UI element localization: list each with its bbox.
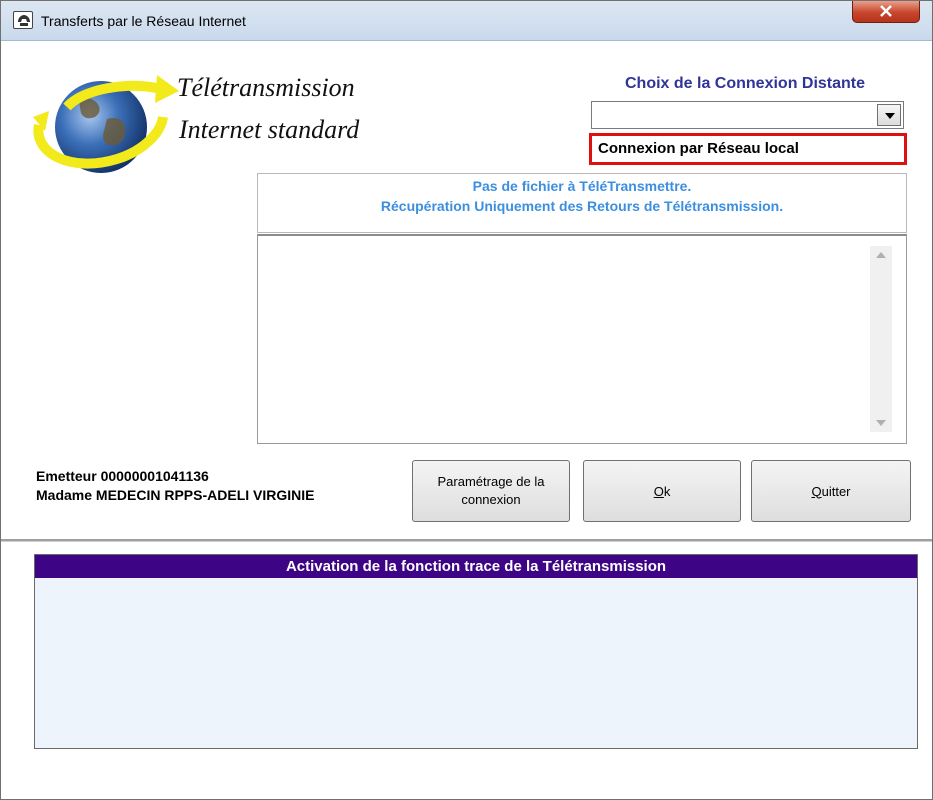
ok-mnemonic: O xyxy=(653,483,664,499)
logo-title: Télétransmission xyxy=(177,73,355,102)
status-message-line2: Récupération Uniquement des Retours de T… xyxy=(380,198,784,214)
ok-label: Ok xyxy=(654,484,671,499)
vertical-scrollbar[interactable] xyxy=(870,246,892,432)
sender-id: Emetteur 00000001041136 xyxy=(36,468,209,484)
quit-mnemonic: Q xyxy=(811,483,822,499)
connection-option-local-network[interactable]: Connexion par Réseau local xyxy=(589,133,907,165)
status-message-line1: Pas de fichier à TéléTransmettre. xyxy=(472,178,692,194)
status-message-box: Pas de fichier à TéléTransmettre. Récupé… xyxy=(257,173,907,233)
quit-label-rest: uitter xyxy=(821,483,851,499)
trace-panel: Activation de la fonction trace de la Té… xyxy=(34,554,918,749)
title-bar[interactable]: Transferts par le Réseau Internet xyxy=(1,1,932,41)
close-button[interactable] xyxy=(852,1,920,23)
scroll-down-icon[interactable] xyxy=(876,420,886,426)
quit-button[interactable]: Quitter xyxy=(751,460,911,522)
chevron-down-icon xyxy=(885,113,895,119)
ok-label-rest: k xyxy=(663,483,671,499)
ok-button[interactable]: Ok xyxy=(583,460,741,522)
transmission-log-textarea[interactable] xyxy=(257,234,907,444)
close-icon xyxy=(880,5,892,17)
trace-panel-title: Activation de la fonction trace de la Té… xyxy=(35,555,917,578)
connection-choice-label: Choix de la Connexion Distante xyxy=(625,75,866,92)
app-window: Transferts par le Réseau Internet Télétr… xyxy=(0,0,933,800)
connection-settings-button[interactable]: Paramétrage de la connexion xyxy=(412,460,570,522)
connection-settings-label-line2: connexion xyxy=(461,492,521,507)
logo-subtitle: Internet standard xyxy=(179,115,360,144)
quit-label: Quitter xyxy=(811,484,850,499)
connection-settings-label: Paramétrage de la connexion xyxy=(438,473,545,509)
sender-name: Madame MEDECIN RPPS-ADELI VIRGINIE xyxy=(36,487,315,503)
connection-select[interactable] xyxy=(591,101,904,129)
telephone-app-icon xyxy=(13,11,33,29)
connection-settings-label-line1: Paramétrage de la xyxy=(437,474,545,489)
dropdown-button[interactable] xyxy=(877,104,901,126)
window-title: Transferts par le Réseau Internet xyxy=(41,13,246,29)
connection-option-label: Connexion par Réseau local xyxy=(598,140,799,157)
section-divider xyxy=(1,539,932,543)
globe-arrow-icon xyxy=(33,75,179,173)
scroll-up-icon[interactable] xyxy=(876,252,886,258)
client-area: Télétransmission Internet standard Choix… xyxy=(1,41,932,799)
